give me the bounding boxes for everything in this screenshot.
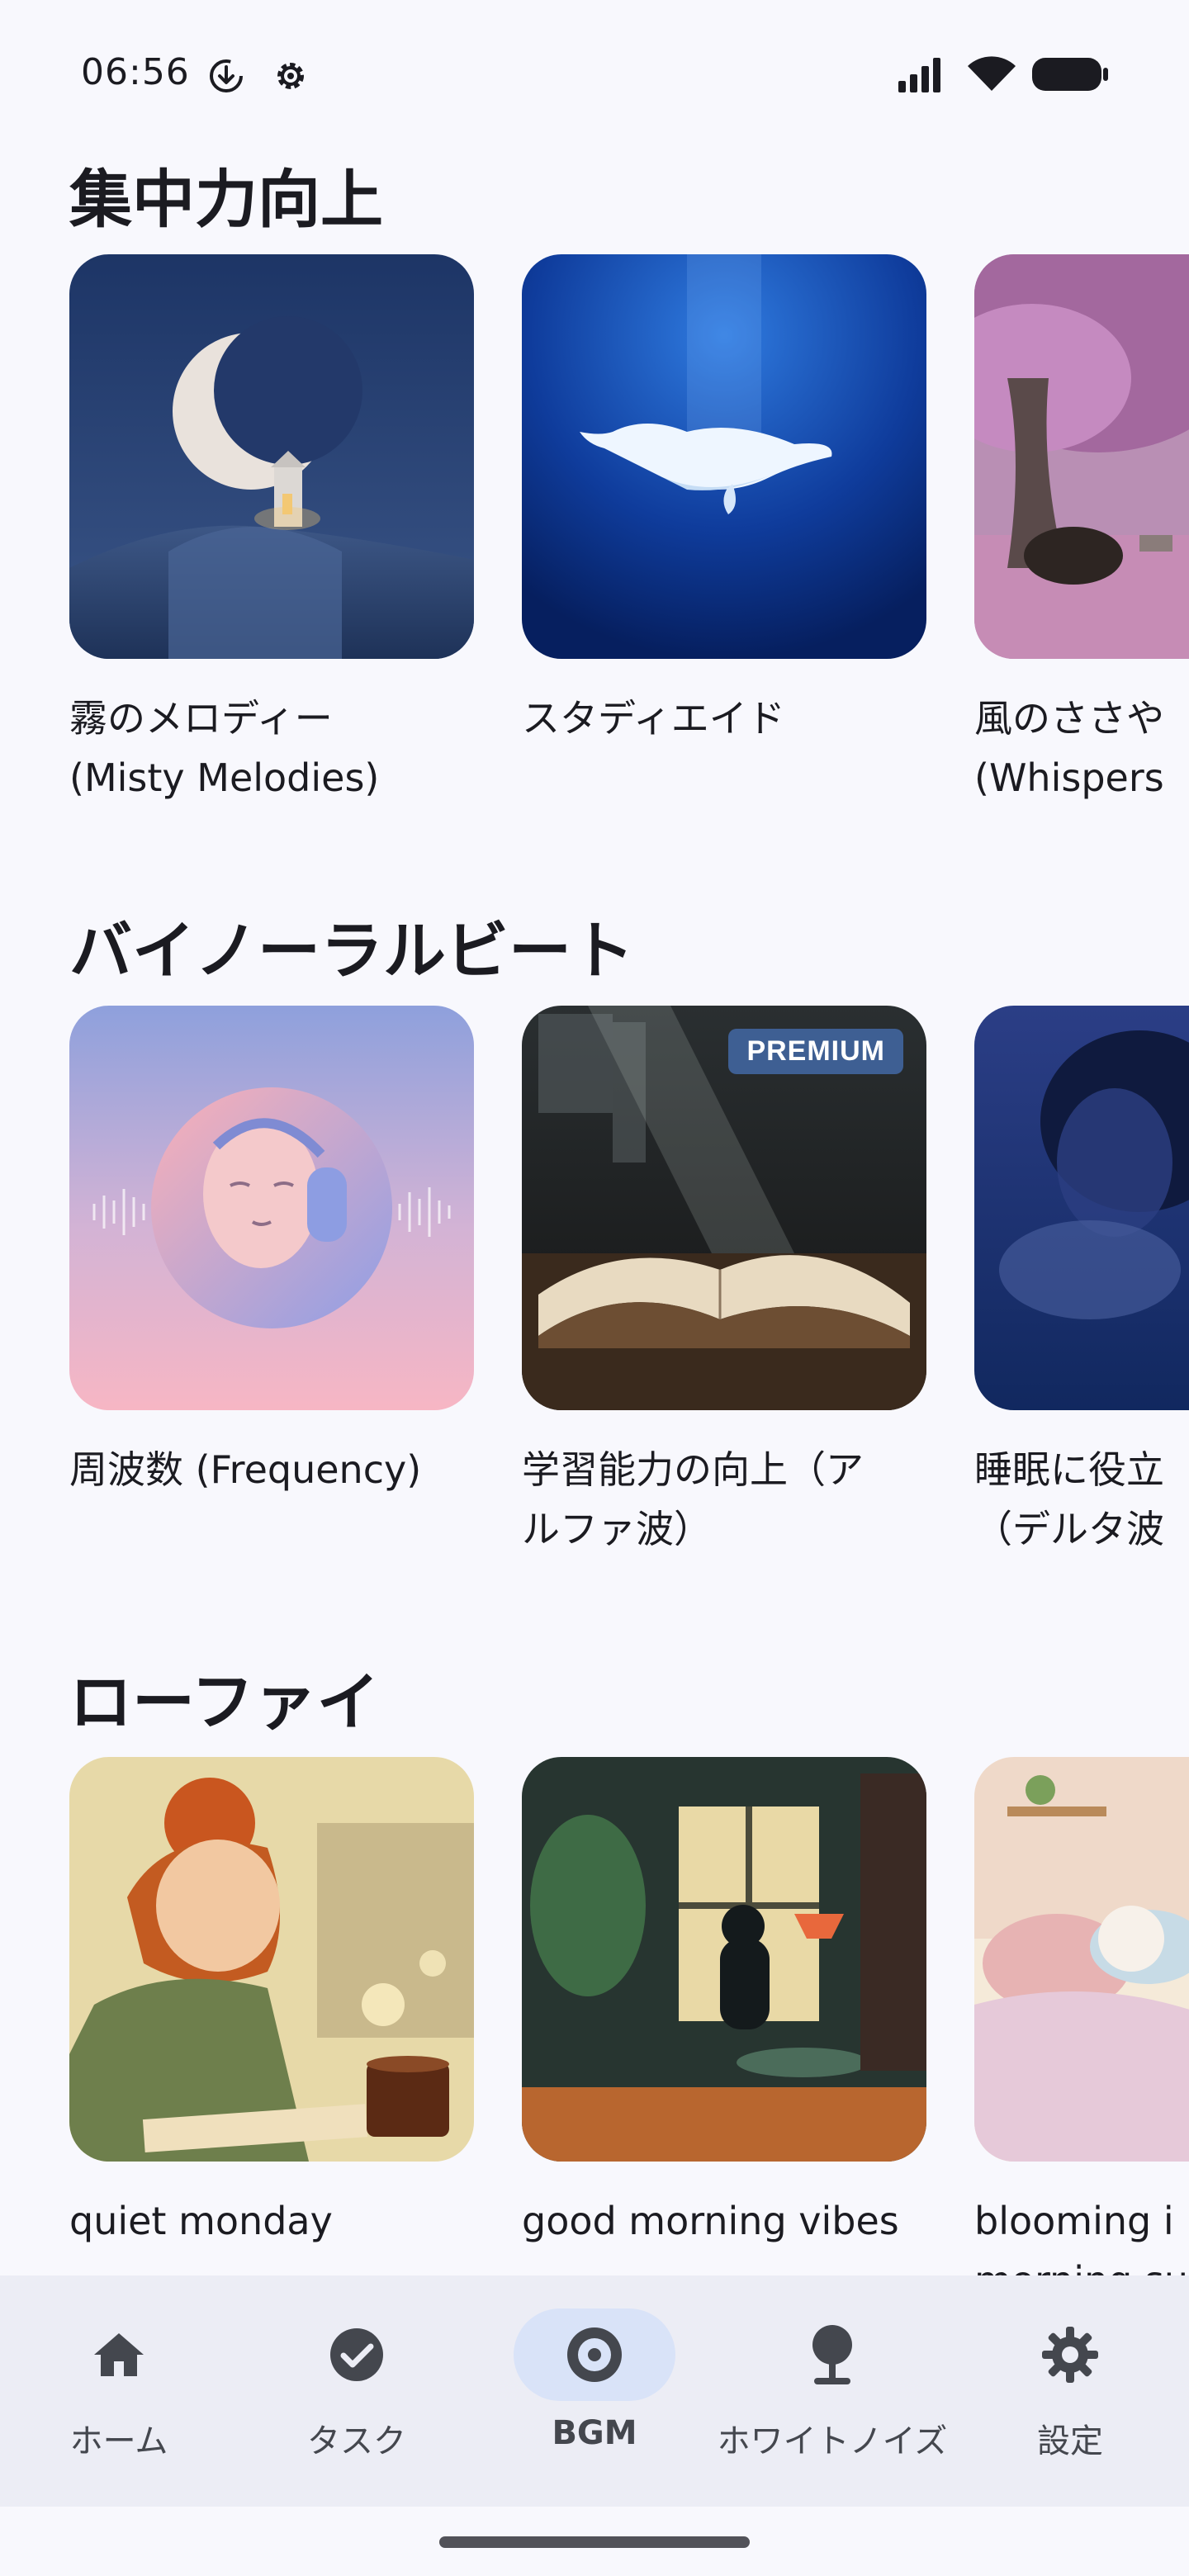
track-card[interactable]: 風のささや (Whispers	[974, 254, 1189, 807]
track-artwork	[69, 1006, 474, 1410]
section-title: バイノーラルビート	[69, 914, 634, 987]
track-artwork	[69, 254, 474, 659]
track-title: 睡眠に役立 （デルタ波	[974, 1447, 1164, 1551]
track-title: スタディエイド	[522, 696, 785, 741]
track-card[interactable]: quiet monday	[69, 1757, 474, 2251]
nav-label: ホーム	[69, 2422, 168, 2460]
bottom-navigation: ホーム タスク BGM ホワイトノイズ 設定	[0, 2275, 1189, 2507]
track-card[interactable]: PREMIUM 学習能力の向上（ア ルファ波）	[522, 1006, 926, 1559]
settings-icon	[989, 2308, 1151, 2401]
track-card[interactable]: スタディエイド	[522, 254, 926, 748]
nav-item-home[interactable]: ホーム	[0, 2308, 238, 2474]
track-artwork	[522, 1757, 926, 2162]
nav-item-white-noise[interactable]: ホワイトノイズ	[713, 2308, 951, 2474]
download-circle-icon	[206, 56, 246, 96]
disc-icon	[514, 2308, 675, 2401]
premium-badge: PREMIUM	[728, 1029, 903, 1074]
track-card[interactable]: 周波数 (Frequency)	[69, 1006, 474, 1499]
nav-label: タスク	[307, 2422, 406, 2460]
card-row: 周波数 (Frequency) PREMIUM 学習能力の向上（ア ルファ波） …	[69, 1006, 1189, 1633]
track-card[interactable]: 睡眠に役立 （デルタ波	[974, 1006, 1189, 1559]
card-row: quiet monday good morning vibes blooming…	[69, 1757, 1189, 2275]
status-time: 06:56	[81, 51, 190, 93]
signal-icon	[897, 54, 950, 97]
track-artwork	[69, 1757, 474, 2162]
nav-item-settings[interactable]: 設定	[951, 2308, 1189, 2474]
nav-item-bgm[interactable]: BGM	[476, 2308, 713, 2474]
track-title: 学習能力の向上（ア ルファ波）	[522, 1447, 864, 1551]
track-title: 霧のメロディー (Misty Melodies)	[69, 696, 380, 800]
white-noise-icon	[751, 2308, 913, 2401]
nav-item-tasks[interactable]: タスク	[238, 2308, 476, 2474]
home-icon	[38, 2308, 200, 2401]
battery-icon	[1030, 54, 1110, 97]
track-artwork	[974, 254, 1189, 659]
track-card[interactable]: good morning vibes	[522, 1757, 926, 2251]
wifi-icon	[966, 54, 1017, 97]
track-card[interactable]: 霧のメロディー (Misty Melodies)	[69, 254, 474, 807]
track-artwork	[974, 1006, 1189, 1410]
track-title: blooming i morning su	[974, 2199, 1188, 2275]
gear-icon	[271, 56, 310, 96]
check-circle-icon	[276, 2308, 438, 2401]
status-bar: 06:56	[0, 0, 1189, 149]
track-artwork	[522, 254, 926, 659]
home-indicator[interactable]	[439, 2536, 750, 2548]
track-title: good morning vibes	[522, 2199, 899, 2243]
nav-label: 設定	[1037, 2422, 1103, 2460]
track-title: 風のささや (Whispers	[974, 696, 1164, 800]
track-artwork: PREMIUM	[522, 1006, 926, 1410]
track-title: quiet monday	[69, 2199, 333, 2243]
track-title: 周波数 (Frequency)	[69, 1447, 422, 1492]
nav-label: ホワイトノイズ	[717, 2422, 948, 2460]
section-title: 集中力向上	[69, 163, 383, 236]
track-artwork	[974, 1757, 1189, 2162]
track-card[interactable]: blooming i morning su	[974, 1757, 1189, 2275]
card-row: 霧のメロディー (Misty Melodies) スタディエイド 風のささや (…	[69, 254, 1189, 882]
section-title: ローファイ	[69, 1665, 380, 1739]
nav-label: BGM	[552, 2414, 637, 2452]
